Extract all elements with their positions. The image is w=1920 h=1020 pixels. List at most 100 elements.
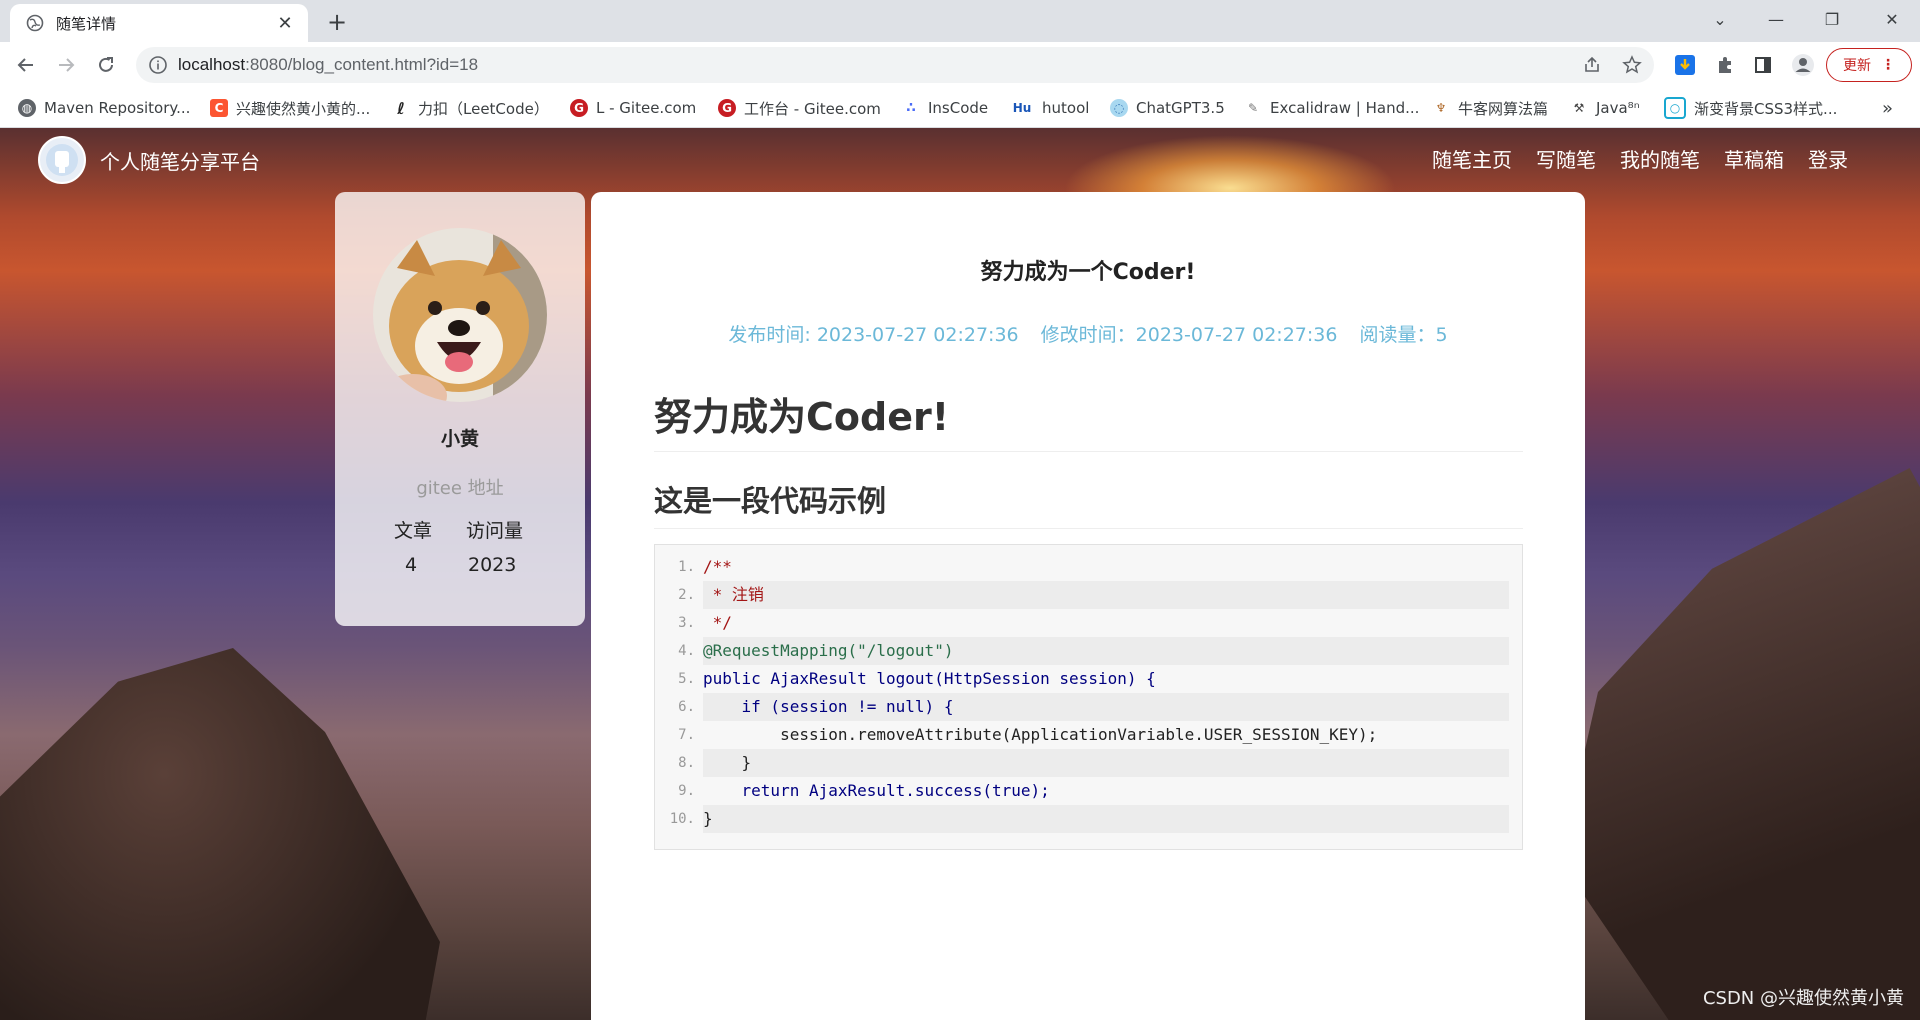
background-rock — [0, 648, 440, 1020]
csdn-watermark: CSDN @兴趣使然黄小黄 — [1702, 988, 1904, 1009]
line-number: 6. — [678, 699, 695, 715]
browser-toolbar: localhost:8080/blog_content.html?id=18 更… — [0, 42, 1920, 88]
shiba-dog-avatar-icon — [373, 228, 547, 402]
bookmark-item[interactable]: ℓ 力扣（LeetCode） — [392, 88, 549, 128]
close-tab-icon[interactable]: ✕ — [272, 10, 298, 36]
bookmark-item[interactable]: C 兴趣使然黄小黄的... — [210, 88, 370, 128]
article-panel: 努力成为一个Coder! 发布时间: 2023-07-27 02:27:36 修… — [591, 192, 1585, 1020]
line-number: 10. — [669, 811, 695, 827]
extensions-puzzle-icon[interactable] — [1710, 50, 1740, 80]
blog-meta: 发布时间: 2023-07-27 02:27:36 修改时间：2023-07-2… — [591, 320, 1585, 347]
back-arrow-icon[interactable] — [10, 49, 42, 81]
bookmarks-overflow-button[interactable]: » — [1882, 88, 1893, 128]
window-close-icon[interactable]: ✕ — [1864, 0, 1920, 38]
articles-count: 4 — [405, 554, 418, 576]
site-logo[interactable] — [38, 136, 86, 184]
bookmark-item[interactable]: G L - Gitee.com — [570, 88, 696, 128]
visits-label: 访问量 — [466, 520, 524, 542]
gitee-link[interactable]: gitee 地址 — [335, 474, 585, 500]
site-title: 个人随笔分享平台 — [100, 150, 260, 174]
bookmark-item[interactable]: ✎ Excalidraw | Hand... — [1244, 88, 1419, 128]
code-line: if (session != null) { — [703, 693, 1509, 721]
articles-label: 文章 — [394, 520, 433, 542]
nav-login[interactable]: 登录 — [1808, 144, 1848, 173]
line-number: 9. — [678, 783, 695, 799]
address-bar[interactable]: localhost:8080/blog_content.html?id=18 — [136, 47, 1654, 83]
bookmark-item[interactable]: ○ 渐变背景CSS3样式... — [1664, 88, 1837, 128]
line-number: 8. — [678, 755, 695, 771]
css-gradient-icon: ○ — [1664, 97, 1686, 119]
code-line: session.removeAttribute(ApplicationVaria… — [703, 725, 1378, 744]
restore-icon[interactable]: ❐ — [1804, 0, 1860, 38]
new-tab-button[interactable]: + — [322, 8, 352, 36]
hammer-icon: ⚒ — [1573, 101, 1585, 115]
tab-title: 随笔详情 — [56, 14, 117, 33]
publish-time: 发布时间: 2023-07-27 02:27:36 — [728, 324, 1019, 346]
bookmark-item[interactable]: Hu hutool — [1010, 88, 1090, 128]
gitee-icon: G — [718, 99, 736, 117]
content-heading-1: 努力成为Coder! — [654, 386, 1523, 452]
code-line: } — [703, 749, 1509, 777]
inscode-icon: ∴ — [906, 100, 916, 116]
bookmarks-bar: ◍ Maven Repository... C 兴趣使然黄小黄的... ℓ 力扣… — [0, 88, 1920, 128]
logo-figure-icon — [46, 144, 78, 176]
nav-write-blog[interactable]: 写随笔 — [1536, 144, 1596, 173]
background-rock — [1560, 468, 1920, 1020]
reload-icon[interactable] — [90, 49, 122, 81]
code-line: * 注销 — [703, 581, 1509, 609]
tab-search-icon[interactable]: ⌄ — [1692, 0, 1748, 38]
download-extension-icon[interactable] — [1670, 50, 1700, 80]
modify-time: 修改时间：2023-07-27 02:27:36 — [1040, 324, 1338, 346]
side-panel-icon[interactable] — [1748, 50, 1778, 80]
bookmark-item[interactable]: G 工作台 - Gitee.com — [718, 88, 881, 128]
line-number: 3. — [678, 615, 695, 631]
forward-arrow-icon[interactable] — [50, 49, 82, 81]
chat-bubble-icon: ◌ — [1110, 99, 1128, 117]
page-viewport: 个人随笔分享平台 随笔主页 写随笔 我的随笔 草稿箱 登录 小黄 gitee 地… — [0, 128, 1920, 1020]
site-navbar: 个人随笔分享平台 随笔主页 写随笔 我的随笔 草稿箱 登录 — [0, 128, 1920, 192]
leetcode-icon: ℓ — [397, 98, 405, 118]
hutool-icon: Hu — [1012, 101, 1032, 115]
visits-count: 2023 — [468, 554, 517, 576]
code-line: return AjaxResult.success(true); — [703, 781, 1050, 800]
line-number: 1. — [678, 559, 695, 575]
nav-my-blogs[interactable]: 我的随笔 — [1620, 144, 1700, 173]
nav-drafts[interactable]: 草稿箱 — [1724, 144, 1784, 173]
profile-card: 小黄 gitee 地址 文章 访问量 4 2023 — [335, 192, 585, 626]
code-block: 1. /** 2. * 注销 3. */ 4. @RequestMapping(… — [654, 544, 1523, 850]
bookmark-item[interactable]: ◌ ChatGPT3.5 — [1110, 88, 1225, 128]
code-line: */ — [703, 613, 732, 632]
share-icon[interactable] — [1576, 47, 1608, 83]
content-heading-2: 这是一段代码示例 — [654, 478, 1523, 529]
bookmark-item[interactable]: ◍ Maven Repository... — [18, 88, 190, 128]
blog-title: 努力成为一个Coder! — [980, 260, 1196, 285]
line-number: 4. — [678, 643, 695, 659]
bookmark-star-icon[interactable] — [1616, 47, 1648, 83]
bookmark-item[interactable]: ∴ InsCode — [902, 88, 988, 128]
url-text: localhost:8080/blog_content.html?id=18 — [178, 55, 479, 74]
tab-strip: 随笔详情 ✕ + ⌄ — ❐ ✕ — [0, 0, 1920, 42]
update-button[interactable]: 更新 ⋮ — [1826, 48, 1912, 82]
globe-icon: ◍ — [18, 99, 36, 117]
code-line: @RequestMapping("/logout") — [703, 637, 1509, 665]
bookmark-item[interactable]: ⚒ Java⁸ⁿ — [1570, 88, 1640, 128]
csdn-icon: C — [210, 99, 228, 117]
update-label: 更新 — [1843, 58, 1871, 74]
bookmark-item[interactable]: ♆ 牛客网算法篇 — [1432, 88, 1548, 128]
nowcoder-icon: ♆ — [1435, 101, 1447, 115]
line-number: 2. — [678, 587, 695, 603]
pen-icon: ✎ — [1247, 101, 1259, 115]
profile-avatar-icon[interactable] — [1788, 50, 1818, 80]
code-line: } — [703, 805, 1509, 833]
browser-tab[interactable]: 随笔详情 ✕ — [10, 4, 308, 42]
nav-blog-home[interactable]: 随笔主页 — [1432, 144, 1512, 173]
info-icon[interactable] — [148, 55, 168, 75]
line-number: 7. — [678, 727, 695, 743]
nav-links: 随笔主页 写随笔 我的随笔 草稿箱 登录 — [1432, 144, 1848, 173]
minimize-icon[interactable]: — — [1748, 0, 1804, 38]
profile-username: 小黄 — [440, 428, 479, 450]
avatar — [373, 228, 547, 402]
gitee-icon: G — [570, 99, 588, 117]
code-line: /** — [703, 557, 732, 576]
more-menu-icon[interactable]: ⋮ — [1881, 57, 1895, 73]
